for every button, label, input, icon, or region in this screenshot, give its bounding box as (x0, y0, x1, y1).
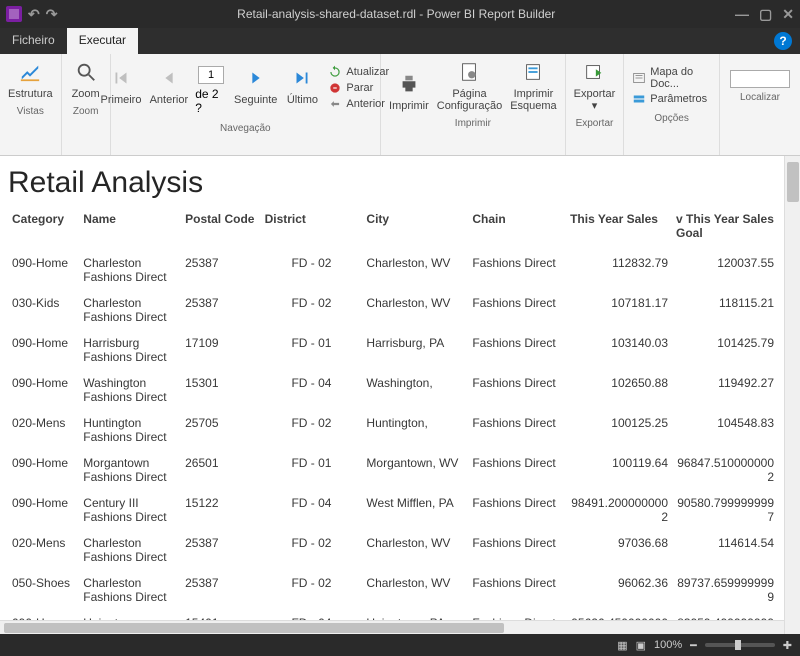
app-icon (6, 6, 22, 22)
find-input[interactable] (730, 70, 790, 88)
parameters-button[interactable]: Parâmetros (632, 92, 711, 106)
last-icon (290, 66, 314, 90)
tab-file[interactable]: Ficheiro (0, 28, 67, 54)
zoom-out-button[interactable]: ━ (690, 639, 697, 652)
help-button[interactable]: ? (774, 32, 792, 50)
export-icon (582, 60, 606, 84)
close-button[interactable]: ✕ (782, 6, 794, 23)
refresh-icon (328, 65, 342, 79)
zoom-slider[interactable] (705, 643, 775, 647)
maximize-button[interactable]: ▢ (759, 6, 772, 23)
col-tys: This Year Sales (566, 208, 672, 250)
horizontal-scrollbar[interactable] (0, 620, 784, 634)
report-title: Retail Analysis (8, 166, 792, 200)
minimize-button[interactable]: — (735, 6, 749, 23)
last-page-button[interactable]: Último (282, 62, 322, 108)
ribbon: Estrutura Vistas Zoom Zoom Primeiro Ante… (0, 54, 800, 156)
col-chain: Chain (468, 208, 566, 250)
first-page-button[interactable]: Primeiro (97, 62, 144, 108)
window-title: Retail-analysis-shared-dataset.rdl - Pow… (65, 7, 727, 21)
next-page-button[interactable]: Seguinte (231, 62, 280, 108)
first-icon (109, 66, 133, 90)
titlebar: ↶ ↷ Retail-analysis-shared-dataset.rdl -… (0, 0, 800, 28)
design-view-button[interactable]: Estrutura (4, 56, 57, 102)
zoom-icon (74, 60, 98, 84)
vertical-scrollbar[interactable] (784, 156, 800, 634)
back-icon (328, 97, 342, 111)
tabs-row: Ficheiro Executar ? (0, 28, 800, 54)
table-row: 090-HomeCharleston Fashions Direct25387F… (8, 250, 778, 290)
tab-run[interactable]: Executar (67, 28, 138, 54)
table-row: 090-HomeWashington Fashions Direct15301F… (8, 370, 778, 410)
print-button[interactable]: Imprimir (385, 68, 433, 114)
report-table: Category Name Postal Code District City … (8, 208, 778, 634)
table-row: 020-MensCharleston Fashions Direct25387F… (8, 530, 778, 570)
undo-icon[interactable]: ↶ (28, 6, 40, 23)
col-goal: v This Year Sales Goal (672, 208, 778, 250)
table-row: 020-MensHuntington Fashions Direct25705F… (8, 410, 778, 450)
view-mode-icon-1[interactable]: ▦ (617, 639, 627, 652)
view-mode-icon-2[interactable]: ▣ (636, 639, 646, 652)
page-number-input[interactable] (198, 66, 224, 84)
status-bar: ▦ ▣ 100% ━ ✚ (0, 634, 800, 656)
zoom-level-label: 100% (654, 639, 682, 651)
document-map-button[interactable]: Mapa do Doc... (632, 66, 711, 90)
page-setup-icon (457, 60, 481, 84)
col-postal: Postal Code (181, 208, 260, 250)
print-layout-button[interactable]: ImprimirEsquema (506, 56, 560, 114)
report-viewport: Retail Analysis Category Name Postal Cod… (0, 156, 800, 634)
docmap-icon (632, 71, 646, 85)
print-layout-icon (521, 60, 545, 84)
export-button[interactable]: Exportar▾ (570, 56, 620, 114)
previous-page-button[interactable]: Anterior (147, 62, 192, 108)
table-row: 090-HomeHarrisburg Fashions Direct17109F… (8, 330, 778, 370)
zoom-in-button[interactable]: ✚ (783, 639, 792, 652)
stop-icon (328, 81, 342, 95)
col-district: District (261, 208, 363, 250)
page-setup-button[interactable]: PáginaConfiguração (433, 56, 506, 114)
table-row: 030-KidsCharleston Fashions Direct25387F… (8, 290, 778, 330)
page-of-label: de 2 ? (195, 87, 227, 115)
design-icon (18, 60, 42, 84)
next-icon (244, 66, 268, 90)
col-city: City (362, 208, 468, 250)
print-icon (397, 72, 421, 96)
redo-icon[interactable]: ↷ (46, 6, 58, 23)
table-row: 050-ShoesCharleston Fashions Direct25387… (8, 570, 778, 610)
col-name: Name (79, 208, 181, 250)
previous-icon (157, 66, 181, 90)
table-row: 090-HomeMorgantown Fashions Direct26501F… (8, 450, 778, 490)
col-category: Category (8, 208, 79, 250)
table-row: 090-HomeCentury III Fashions Direct15122… (8, 490, 778, 530)
params-icon (632, 92, 646, 106)
